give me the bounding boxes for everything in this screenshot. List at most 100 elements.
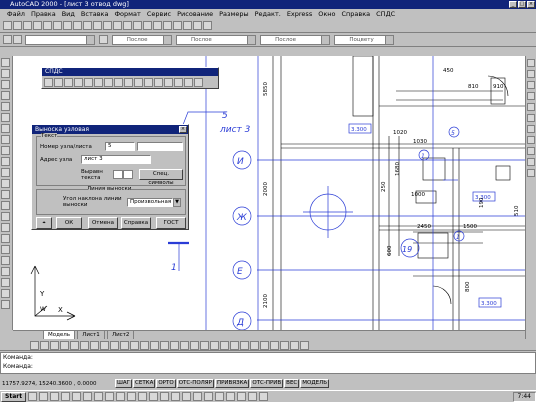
spds-tool-icon[interactable] (154, 78, 163, 87)
pan-icon[interactable] (143, 21, 152, 30)
taskbar-app-icon[interactable] (138, 392, 148, 401)
point-icon[interactable] (1, 179, 10, 188)
make-current-icon[interactable] (99, 35, 109, 44)
taskbar-app-icon[interactable] (83, 392, 93, 401)
color-combo[interactable]: Послое (111, 35, 172, 45)
menu-dimension[interactable]: Размеры (216, 9, 252, 19)
gost-button[interactable]: ГОСТ (156, 217, 186, 229)
taskbar-app-icon[interactable] (204, 392, 214, 401)
polygon-icon[interactable] (1, 91, 10, 100)
paste-icon[interactable] (73, 21, 82, 30)
copy-icon[interactable] (63, 21, 72, 30)
tool-icon[interactable] (170, 341, 179, 350)
ok-button[interactable]: ОК (56, 217, 82, 229)
zoom-window-icon[interactable] (163, 21, 172, 30)
help-icon[interactable] (203, 21, 212, 30)
taskbar-app-icon[interactable] (50, 392, 60, 401)
linetype-combo[interactable]: Послое (175, 35, 256, 45)
otrack-toggle[interactable]: ОТС-ПРИВ (250, 379, 284, 388)
spds-tool-icon[interactable] (124, 78, 133, 87)
taskbar-app-icon[interactable] (116, 392, 126, 401)
lineweight-toggle[interactable]: ВЕС (284, 379, 300, 388)
taskbar-app-icon[interactable] (160, 392, 170, 401)
menu-edit[interactable]: Правка (28, 9, 59, 19)
print-icon[interactable] (33, 21, 42, 30)
spds-tool-icon[interactable] (104, 78, 113, 87)
taskbar-app-icon[interactable] (149, 392, 159, 401)
make-block-icon[interactable] (1, 168, 10, 177)
taskbar-app-icon[interactable] (94, 392, 104, 401)
scale-icon[interactable] (1, 300, 10, 309)
taskbar-app-icon[interactable] (248, 392, 258, 401)
dim-aligned-icon[interactable] (40, 341, 49, 350)
snap-icon[interactable] (123, 21, 132, 30)
dim-diameter-icon[interactable] (70, 341, 79, 350)
spds-tool-icon[interactable] (94, 78, 103, 87)
grid-toggle[interactable]: СЕТКА (133, 379, 156, 388)
menu-tools[interactable]: Сервис (144, 9, 174, 19)
model-toggle[interactable]: МОДЕЛЬ (300, 379, 330, 388)
hyperlink-icon[interactable] (113, 21, 122, 30)
copy-object-icon[interactable] (1, 234, 10, 243)
menu-spds[interactable]: СПДС (373, 9, 398, 19)
tool-icon[interactable] (280, 341, 289, 350)
plotstyle-combo[interactable]: Поцвету (334, 35, 395, 45)
start-button[interactable]: Start (1, 391, 27, 402)
spds-tool-icon[interactable] (114, 78, 123, 87)
pick-icon-button[interactable]: ⌖ (36, 217, 52, 229)
spds-tool-icon[interactable] (184, 78, 193, 87)
menu-express[interactable]: Express (284, 9, 315, 19)
line-icon[interactable] (1, 58, 10, 67)
polyline-icon[interactable] (1, 80, 10, 89)
node-input[interactable]: 5 (105, 142, 135, 151)
menu-draw[interactable]: Рисование (174, 9, 216, 19)
cut-icon[interactable] (53, 21, 62, 30)
taskbar-app-icon[interactable] (226, 392, 236, 401)
array-icon[interactable] (1, 267, 10, 276)
snap-tangent-icon[interactable] (527, 114, 535, 122)
dim-continue-icon[interactable] (110, 341, 119, 350)
spds-tool-icon[interactable] (144, 78, 153, 87)
menu-modify[interactable]: Редакт. (252, 9, 284, 19)
snap-toggle[interactable]: ШАГ (115, 379, 132, 388)
leader-icon[interactable] (120, 341, 129, 350)
tool-icon[interactable] (270, 341, 279, 350)
taskbar-app-icon[interactable] (215, 392, 225, 401)
taskbar-app-icon[interactable] (193, 392, 203, 401)
snap-node-icon[interactable] (527, 136, 535, 144)
design-center-icon[interactable] (193, 21, 202, 30)
redo-icon[interactable] (103, 21, 112, 30)
spds-tool-icon[interactable] (84, 78, 93, 87)
spds-tool-icon[interactable] (134, 78, 143, 87)
node-input-2[interactable] (137, 142, 183, 151)
dialog-close-button[interactable]: × (179, 126, 187, 133)
snap-quadrant-icon[interactable] (527, 103, 535, 111)
dim-angular-icon[interactable] (80, 341, 89, 350)
undo-icon[interactable] (93, 21, 102, 30)
xline-icon[interactable] (1, 69, 10, 78)
ortho-toggle[interactable]: ОРТО (156, 379, 176, 388)
cancel-button[interactable]: Отмена (88, 217, 118, 229)
menu-format[interactable]: Формат (111, 9, 143, 19)
dim-style-icon[interactable] (160, 341, 169, 350)
new-icon[interactable] (3, 21, 12, 30)
dim-baseline-icon[interactable] (100, 341, 109, 350)
tool-icon[interactable] (190, 341, 199, 350)
help-button[interactable]: Справка (121, 217, 151, 229)
align-left-icon[interactable] (113, 170, 123, 179)
lineweight-combo[interactable]: Послое (260, 35, 331, 45)
polar-toggle[interactable]: ОТС-ПОЛЯР (176, 379, 214, 388)
snap-midpoint-icon[interactable] (527, 70, 535, 78)
tool-icon[interactable] (300, 341, 309, 350)
move-icon[interactable] (1, 278, 10, 287)
taskbar-app-icon[interactable] (259, 392, 269, 401)
spds-tool-icon[interactable] (174, 78, 183, 87)
snap-nearest-icon[interactable] (527, 147, 535, 155)
offset-icon[interactable] (1, 256, 10, 265)
dim-linear-icon[interactable] (30, 341, 39, 350)
dim-radius-icon[interactable] (60, 341, 69, 350)
spline-icon[interactable] (1, 135, 10, 144)
spds-tool-icon[interactable] (54, 78, 63, 87)
mirror-icon[interactable] (1, 245, 10, 254)
taskbar-app-icon[interactable] (171, 392, 181, 401)
